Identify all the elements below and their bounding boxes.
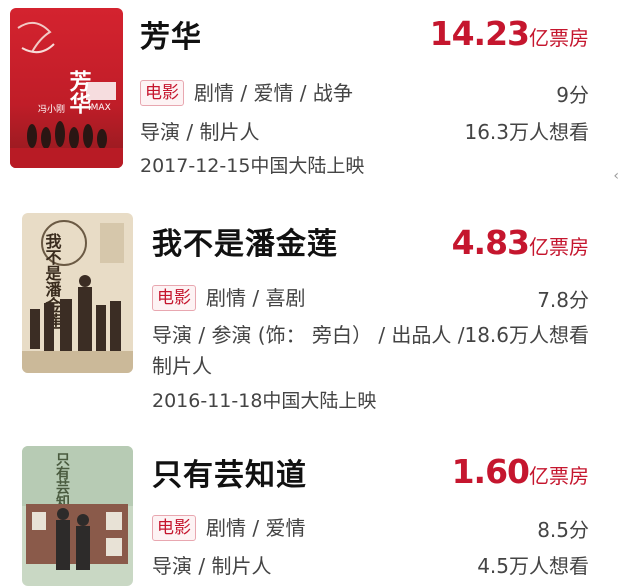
want-count-2: 18.6万人想看 <box>464 323 589 347</box>
movie-card-1[interactable]: 芳华 IMAX 冯小刚 芳华 14.23亿票房 电影 剧情 / 爱情 / 战争 9… <box>0 0 619 190</box>
movie-title-3[interactable]: 只有芸知道 <box>152 450 307 494</box>
movie-title-2[interactable]: 我不是潘金莲 <box>152 219 338 263</box>
movie-poster-3[interactable]: 只有芸知道 <box>22 446 133 586</box>
poster-art-3: 只有芸知道 <box>22 446 133 570</box>
type-tag-3: 电影 <box>152 515 196 541</box>
box-office-2: 4.83亿票房 <box>452 223 589 262</box>
box-office-unit-1: 亿票房 <box>529 26 589 50</box>
genres-3: 剧情 / 爱情 <box>206 516 306 540</box>
roles-1: 导演 / 制片人 <box>140 120 260 144</box>
movie-title-1[interactable]: 芳华 <box>140 12 202 56</box>
movie-card-2[interactable]: 我不是潘金莲 我不是潘金莲 4.83亿票房 电影 剧情 / 喜剧 7.8分 导演 … <box>0 205 619 425</box>
box-office-unit-3: 亿票房 <box>529 464 589 488</box>
genre-row-2: 电影 剧情 / 喜剧 <box>152 282 305 311</box>
roles-3: 导演 / 制片人 <box>152 554 272 578</box>
box-office-number-3: 1.60 <box>451 452 530 491</box>
movie-poster-1[interactable]: 芳华 IMAX 冯小刚 <box>10 8 123 168</box>
score-3: 8.5分 <box>537 518 589 542</box>
movie-poster-2[interactable]: 我不是潘金莲 <box>22 213 133 373</box>
release-date-1: 2017-12-15中国大陆上映 <box>140 155 365 177</box>
movie-card-3[interactable]: 只有芸知道 只有芸知道 1.60亿票房 电影 剧情 / 爱情 8.5分 导演 / … <box>0 438 619 586</box>
want-count-1: 16.3万人想看 <box>464 120 589 144</box>
genres-2: 剧情 / 喜剧 <box>206 286 306 310</box>
box-office-unit-2: 亿票房 <box>529 235 589 259</box>
genres-1: 剧情 / 爱情 / 战争 <box>194 81 353 105</box>
poster-art-2: 我不是潘金莲 <box>22 220 133 373</box>
poster-credit: 冯小刚 <box>38 104 65 115</box>
type-tag-2: 电影 <box>152 285 196 311</box>
roles-2-line2: 制片人 <box>152 354 212 378</box>
box-office-number-2: 4.83 <box>451 223 530 262</box>
type-tag-1: 电影 <box>140 80 184 106</box>
poster-art-1: 芳华 IMAX 冯小刚 <box>10 21 123 168</box>
score-1: 9分 <box>556 83 589 107</box>
roles-2: 导演 / 参演 (饰： 旁白） / 出品人 / <box>152 323 465 347</box>
box-office-number-1: 14.23 <box>429 14 530 53</box>
genre-row-3: 电影 剧情 / 爱情 <box>152 512 305 541</box>
box-office-3: 1.60亿票房 <box>452 452 589 491</box>
chevron-left-icon: ‹ <box>613 168 619 184</box>
want-count-3: 4.5万人想看 <box>477 554 589 578</box>
score-2: 7.8分 <box>537 288 589 312</box>
genre-row-1: 电影 剧情 / 爱情 / 战争 <box>140 77 353 106</box>
box-office-1: 14.23亿票房 <box>430 14 589 53</box>
poster-badge: IMAX <box>88 103 111 113</box>
release-date-2: 2016-11-18中国大陆上映 <box>152 390 377 412</box>
